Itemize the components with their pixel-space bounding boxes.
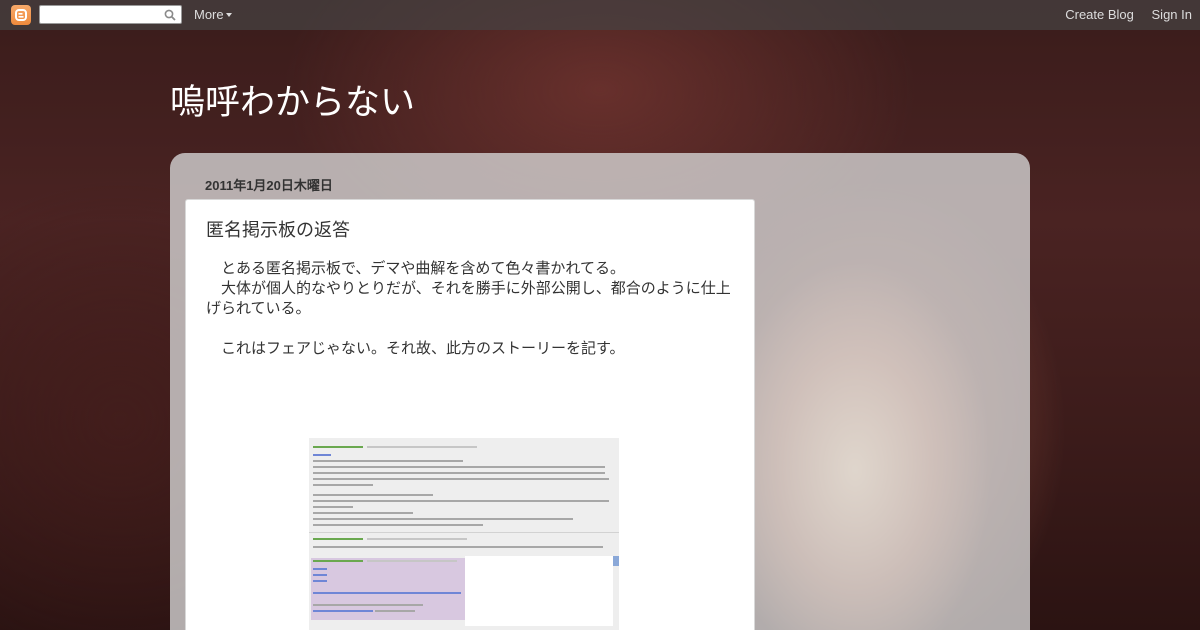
image-detail xyxy=(313,568,327,570)
blog-title[interactable]: 嗚呼わからない xyxy=(170,74,415,125)
image-detail xyxy=(313,512,413,514)
chevron-down-icon xyxy=(225,12,232,17)
image-detail xyxy=(313,494,433,496)
image-detail xyxy=(465,556,613,626)
image-detail xyxy=(313,478,609,480)
image-detail xyxy=(313,546,603,548)
navbar: More Create Blog Sign In xyxy=(0,0,1200,30)
post-paragraph: 大体が個人的なやりとりだが、それを勝手に外部公開し、都合のように仕上げられている… xyxy=(206,280,731,317)
image-detail xyxy=(313,524,483,526)
image-detail xyxy=(313,484,373,486)
search-box xyxy=(39,5,182,24)
image-detail xyxy=(313,580,327,582)
image-detail xyxy=(313,466,605,468)
image-detail xyxy=(313,472,605,474)
post-paragraph: とある匿名掲示板で、デマや曲解を含めて色々書かれてる。 xyxy=(206,260,625,277)
navbar-actions: Create Blog Sign In xyxy=(1065,7,1192,22)
image-detail xyxy=(367,446,477,448)
image-detail xyxy=(313,518,573,520)
image-detail xyxy=(313,560,363,562)
blogger-icon[interactable] xyxy=(11,5,31,25)
image-detail xyxy=(313,506,353,508)
search-input[interactable] xyxy=(44,7,159,23)
image-detail xyxy=(613,556,619,566)
image-detail xyxy=(313,592,461,594)
image-detail xyxy=(313,460,463,462)
post-title[interactable]: 匿名掲示板の返答 xyxy=(206,216,350,242)
image-detail xyxy=(313,446,363,448)
more-menu[interactable]: More xyxy=(194,7,232,22)
image-detail xyxy=(313,610,373,612)
sign-in-link[interactable]: Sign In xyxy=(1152,7,1192,22)
post-body: とある匿名掲示板で、デマや曲解を含めて色々書かれてる。 大体が個人的なやりとりだ… xyxy=(206,259,736,359)
image-detail xyxy=(309,532,619,533)
image-detail xyxy=(313,538,363,540)
search-icon[interactable] xyxy=(164,9,176,21)
post-image-screenshot[interactable] xyxy=(309,438,619,630)
image-detail xyxy=(313,454,331,456)
image-detail xyxy=(367,538,467,540)
image-detail xyxy=(367,560,457,562)
image-detail xyxy=(375,610,415,612)
create-blog-link[interactable]: Create Blog xyxy=(1065,7,1134,22)
post-date: 2011年1月20日木曜日 xyxy=(205,178,333,193)
more-label: More xyxy=(194,7,224,22)
image-detail xyxy=(313,604,423,606)
post-paragraph: これはフェアじゃない。それ故、此方のストーリーを記す。 xyxy=(206,340,625,357)
image-detail xyxy=(313,574,327,576)
image-detail xyxy=(313,500,609,502)
